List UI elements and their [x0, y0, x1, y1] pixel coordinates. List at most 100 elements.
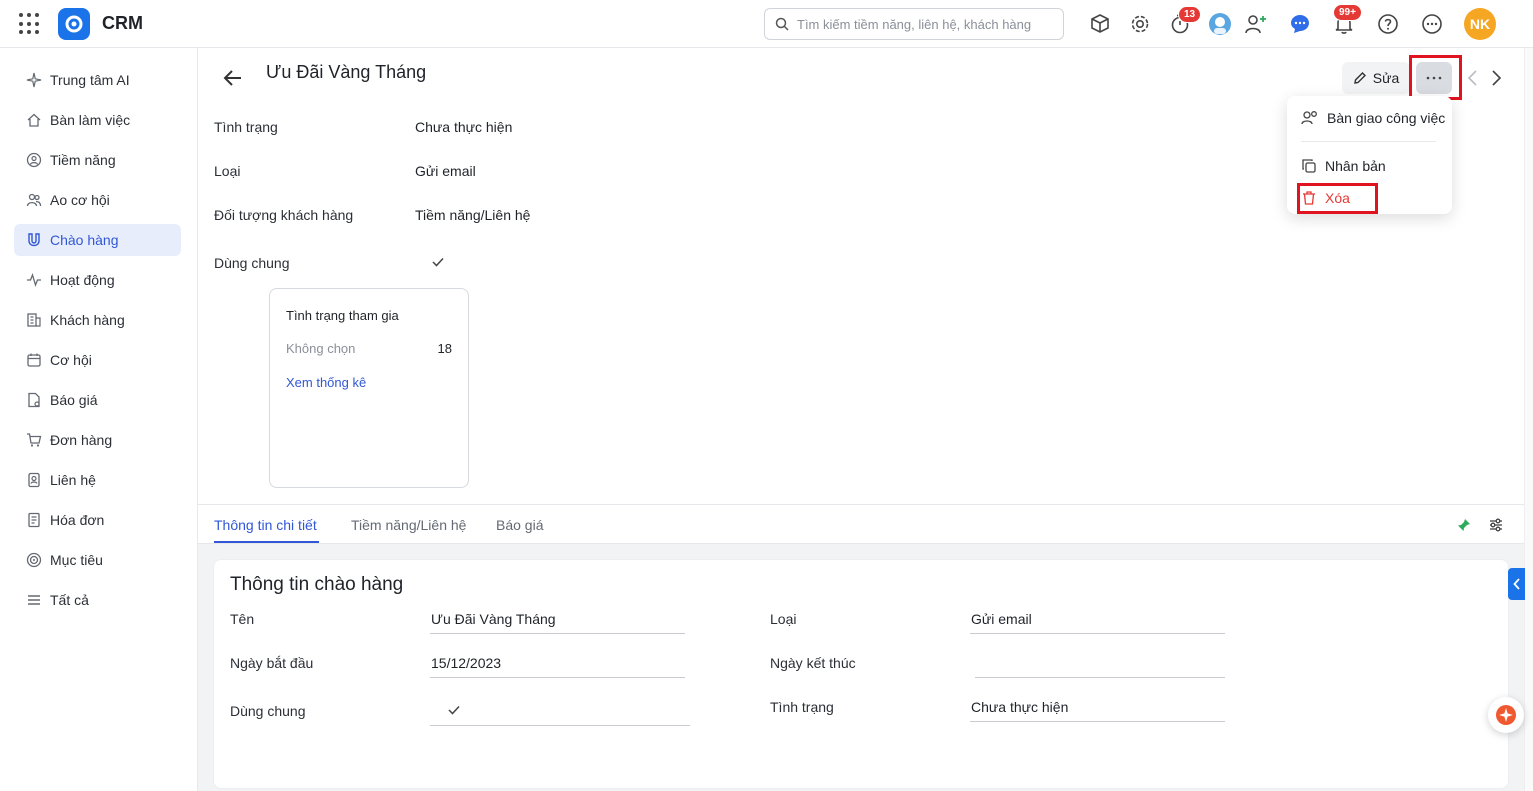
side-panel-toggle[interactable] [1508, 568, 1525, 600]
detail-start-date-value[interactable]: 15/12/2023 [431, 655, 501, 671]
detail-name-label: Tên [230, 611, 255, 627]
menu-item-duplicate[interactable]: Nhân bản [1301, 158, 1386, 174]
shared-label: Dùng chung [214, 255, 290, 271]
sidebar-item-label: Tất cả [50, 592, 89, 608]
app-launcher-icon[interactable] [19, 13, 41, 35]
detail-status-underline [970, 721, 1225, 722]
sidebar-item-2[interactable]: Tiềm năng [14, 144, 181, 176]
home-icon [26, 112, 42, 128]
sidebar-item-label: Cơ hội [50, 352, 92, 368]
sidebar-item-13[interactable]: Tất cả [14, 584, 181, 616]
cart-icon [26, 432, 42, 448]
sidebar-item-label: Báo giá [50, 392, 98, 408]
timer-badge: 13 [1178, 6, 1202, 23]
detail-shared-label: Dùng chung [230, 703, 306, 719]
tab-quotes[interactable]: Báo giá [496, 517, 543, 533]
sidebar-item-8[interactable]: Báo giá [14, 384, 181, 416]
sidebar-item-6[interactable]: Khách hàng [14, 304, 181, 336]
view-stats-link[interactable]: Xem thống kê [286, 375, 366, 390]
detail-type-label: Loại [770, 611, 797, 627]
scrollbar-track[interactable] [1524, 48, 1533, 791]
more-apps-icon[interactable] [1420, 12, 1444, 36]
detail-status-value[interactable]: Chưa thực hiện [971, 699, 1068, 715]
app-name: CRM [102, 13, 143, 33]
next-record-icon[interactable] [1488, 68, 1504, 88]
tab-detail-info[interactable]: Thông tin chi tiết [214, 517, 317, 533]
record-tabs: Thông tin chi tiết Tiềm năng/Liên hệ Báo… [198, 504, 1533, 544]
sidebar-item-label: Khách hàng [50, 312, 125, 328]
sidebar-item-label: Chào hàng [50, 232, 119, 248]
detail-start-date-label: Ngày bắt đầu [230, 655, 314, 671]
bot-avatar-icon[interactable] [1208, 12, 1232, 36]
detail-start-date-underline [430, 677, 685, 678]
global-search[interactable] [764, 8, 1064, 40]
detail-name-value[interactable]: Ưu Đãi Vàng Tháng [431, 611, 556, 627]
gear-icon[interactable] [1128, 12, 1152, 36]
chevron-left-icon [1512, 578, 1520, 590]
settings-sliders-icon[interactable] [1488, 517, 1504, 533]
edit-button[interactable]: Sửa [1342, 62, 1410, 94]
sidebar-item-11[interactable]: Hóa đơn [14, 504, 181, 536]
prospect-icon [26, 152, 42, 168]
sidebar-item-0[interactable]: Trung tâm AI [14, 64, 181, 96]
sidebar-item-9[interactable]: Đơn hàng [14, 424, 181, 456]
menu-item-handover[interactable]: Bàn giao công việc [1301, 110, 1445, 126]
detail-type-underline [970, 633, 1225, 634]
add-user-icon[interactable] [1244, 12, 1268, 36]
detail-shared-underline [430, 725, 690, 726]
detail-end-date-underline [975, 677, 1225, 678]
package-search-icon[interactable] [1088, 12, 1112, 36]
detail-status-label: Tình trạng [770, 699, 834, 715]
detail-shared-check-icon[interactable] [447, 703, 461, 717]
prev-record-icon[interactable] [1465, 68, 1481, 88]
user-avatar[interactable]: NK [1464, 8, 1496, 40]
search-icon [775, 17, 789, 31]
building-icon [26, 312, 42, 328]
page-title: Ưu Đãi Vàng Tháng [266, 62, 427, 82]
sidebar-item-label: Trung tâm AI [50, 72, 130, 88]
shared-check-icon [432, 257, 444, 267]
active-tab-indicator [214, 541, 319, 543]
section-title: Thông tin chào hàng [230, 574, 404, 595]
ai-assistant-button[interactable] [1488, 697, 1524, 733]
participation-stat-card: Tình trạng tham gia Không chọn 18 Xem th… [269, 288, 469, 488]
sidebar-item-4[interactable]: Chào hàng [14, 224, 181, 256]
sidebar-item-label: Hóa đơn [50, 512, 105, 528]
sparkle-icon [26, 72, 42, 88]
sidebar-item-10[interactable]: Liên hệ [14, 464, 181, 496]
audience-label: Đối tượng khách hàng [214, 207, 354, 223]
document-icon [26, 392, 42, 408]
crm-logo[interactable] [58, 8, 90, 40]
top-bar: CRM 13 99+ NK [0, 0, 1533, 48]
handover-icon [1301, 111, 1317, 125]
highlight-more-button [1409, 55, 1462, 100]
chat-icon[interactable] [1288, 12, 1312, 36]
menu-icon [26, 592, 42, 608]
calendar-icon [26, 352, 42, 368]
sidebar-item-label: Mục tiêu [50, 552, 103, 568]
sidebar-item-3[interactable]: Ao cơ hội [14, 184, 181, 216]
menu-divider [1301, 141, 1436, 142]
users-icon [26, 192, 42, 208]
back-arrow-icon[interactable] [222, 67, 244, 89]
stat-card-title: Tình trạng tham gia [286, 308, 399, 323]
help-icon[interactable] [1376, 12, 1400, 36]
target-icon [26, 552, 42, 568]
detail-end-date-label: Ngày kết thúc [770, 655, 856, 671]
highlight-delete-item [1297, 183, 1378, 214]
detail-type-value[interactable]: Gửi email [971, 611, 1032, 627]
sidebar-item-label: Hoạt động [50, 272, 115, 288]
menu-item-duplicate-label: Nhân bản [1325, 158, 1386, 174]
pin-icon[interactable] [1456, 517, 1472, 533]
search-input[interactable] [795, 15, 1055, 33]
sidebar-item-12[interactable]: Mục tiêu [14, 544, 181, 576]
sidebar-item-label: Liên hệ [50, 472, 96, 488]
contact-icon [26, 472, 42, 488]
sidebar-item-7[interactable]: Cơ hội [14, 344, 181, 376]
invoice-icon [26, 512, 42, 528]
detail-name-underline [430, 633, 685, 634]
sidebar-item-5[interactable]: Hoạt động [14, 264, 181, 296]
sidebar-item-1[interactable]: Bàn làm việc [14, 104, 181, 136]
detail-card [213, 559, 1509, 789]
tab-prospects-contacts[interactable]: Tiềm năng/Liên hệ [351, 517, 466, 533]
